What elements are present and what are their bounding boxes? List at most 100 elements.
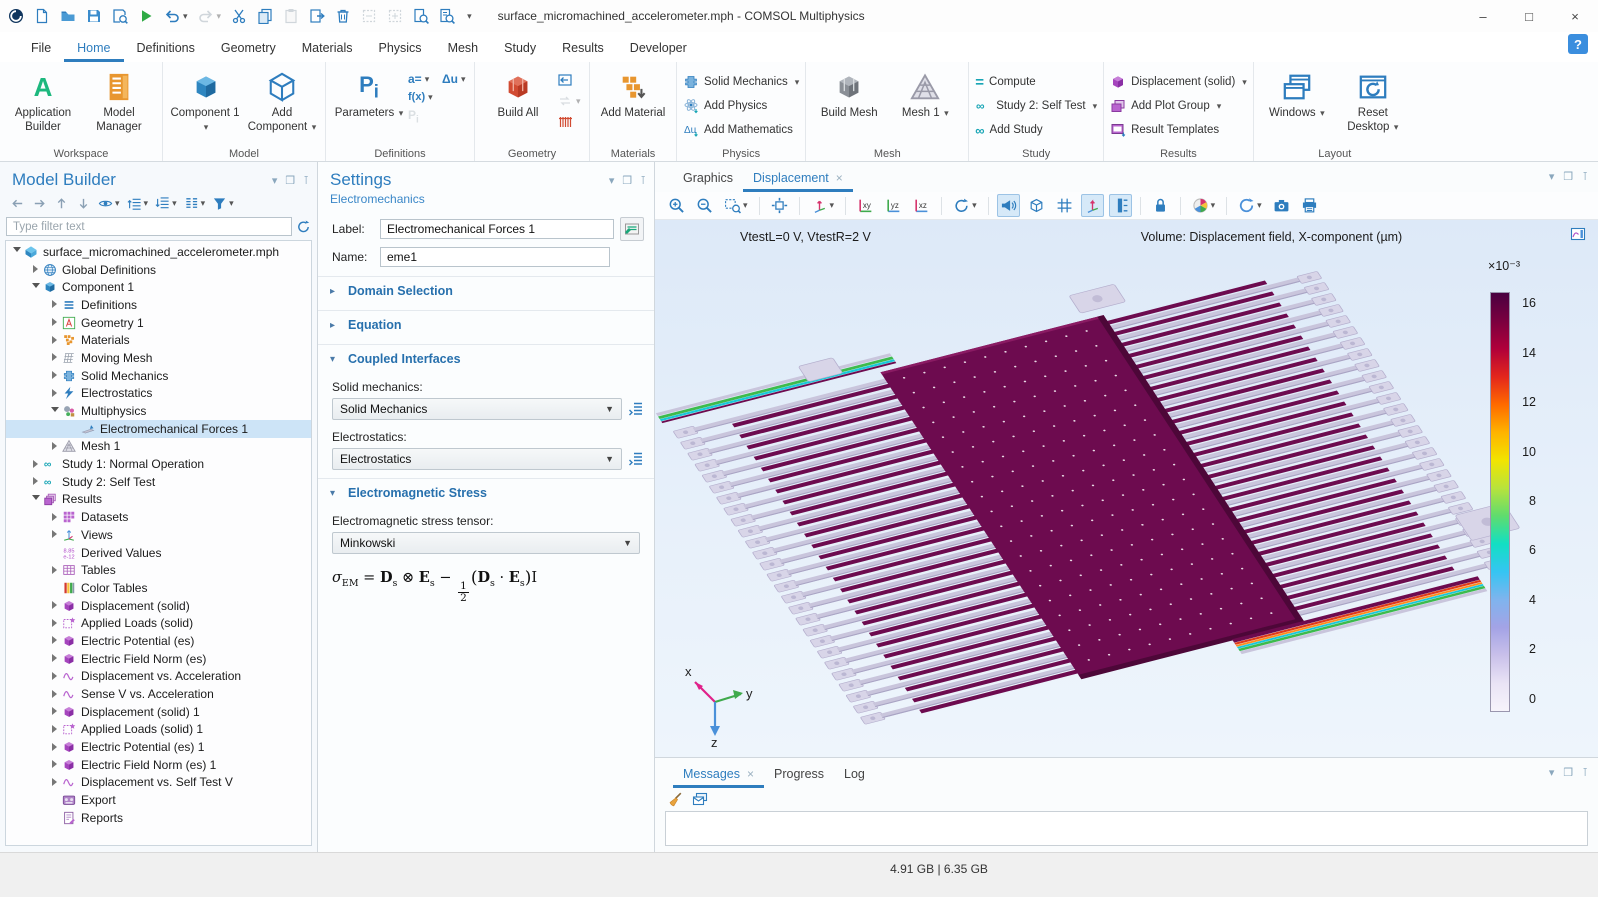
menu-developer[interactable]: Developer [617,36,700,62]
scene-light-icon[interactable] [997,194,1020,217]
parameter-case-button[interactable]: Pi [408,108,434,125]
undo-button[interactable]: ▾ [164,8,188,24]
expand-chevron-icon[interactable] [50,707,59,716]
messages-tab-messages[interactable]: Messages× [673,762,764,788]
label-input[interactable] [380,219,614,239]
menu-file[interactable]: File [18,36,64,62]
expand-chevron-icon[interactable] [50,672,59,681]
expand-chevron-icon[interactable] [50,690,59,699]
go-to-view-icon[interactable]: ▾ [808,194,838,217]
tree-item-electrostatics[interactable]: Electrostatics [6,385,311,403]
lock-camera-icon[interactable] [1149,194,1172,217]
cut-button[interactable] [231,8,247,24]
view-yz-icon[interactable]: yz [882,194,905,217]
menu-materials[interactable]: Materials [289,36,366,62]
study-2-select[interactable]: ∞Study 2: Self Test▾ [975,96,1097,116]
tree-item-moving-mesh[interactable]: Moving Mesh [6,349,311,367]
panel-pin-icon[interactable]: ⊺ [1582,766,1588,779]
expand-chevron-icon[interactable] [50,442,59,451]
graphics-tab-graphics[interactable]: Graphics [673,166,743,192]
appearance-icon[interactable]: ▾ [1189,194,1219,217]
panel-menu-icon[interactable]: ▾ [272,174,278,187]
expand-chevron-icon[interactable] [50,601,59,610]
redo-button[interactable]: ▾ [198,8,222,24]
tree-item-study-2-self-test[interactable]: ∞Study 2: Self Test [6,473,311,491]
save-as-button[interactable] [112,8,128,24]
view-xz-icon[interactable]: xz [910,194,933,217]
print-icon[interactable] [1298,194,1321,217]
expand-chevron-icon[interactable] [50,654,59,663]
expand-chevron-icon[interactable] [50,530,59,539]
tree-item-study-1-normal-operation[interactable]: ∞Study 1: Normal Operation [6,455,311,473]
add-component-button[interactable]: Add Component ▾ [245,68,319,134]
expand-chevron-icon[interactable] [50,300,59,309]
expand-chevron-icon[interactable] [50,619,59,628]
tree-item-derived-values[interactable]: 8.85e-12Derived Values [6,544,311,562]
zoom-in-icon[interactable] [665,194,688,217]
open-file-button[interactable] [60,8,76,24]
tree-item-solid-mechanics[interactable]: Solid Mechanics [6,367,311,385]
expand-all-icon[interactable]: ▾ [127,196,149,211]
tree-item-sense-v-vs-acceleration[interactable]: Sense V vs. Acceleration [6,685,311,703]
panel-menu-icon[interactable]: ▾ [1549,766,1555,779]
axis-orientation-icon[interactable] [1081,194,1104,217]
help-button[interactable]: ? [1568,34,1588,54]
windows-button[interactable]: Windows ▾ [1260,68,1334,121]
color-legend-icon[interactable] [1109,194,1132,217]
panel-pin-icon[interactable]: ⊺ [1582,170,1588,183]
duplicate-button[interactable] [309,8,325,24]
add-mathematics-button[interactable]: ΔuAdd Mathematics [683,120,799,140]
close-button[interactable]: × [1552,0,1598,32]
collapse-all-icon[interactable]: ▾ [155,196,177,211]
section-equation[interactable]: ▸Equation [318,310,654,338]
messages-tab-log[interactable]: Log [834,762,875,788]
messages-tab-progress[interactable]: Progress [764,762,834,788]
expand-chevron-icon[interactable] [50,318,59,327]
panel-pin-icon[interactable]: ⊺ [303,174,309,187]
zoom-extents-icon[interactable] [768,194,791,217]
collapse-chevron-icon[interactable] [12,247,21,256]
view-xy-icon[interactable]: xy [854,194,877,217]
move-up-icon[interactable] [54,196,69,211]
result-templates-button[interactable]: Result Templates [1110,120,1247,140]
build-mesh-button[interactable]: Build Mesh [812,68,886,121]
menu-home[interactable]: Home [64,36,123,62]
section-coupled-interfaces[interactable]: ▾Coupled Interfaces [318,344,654,372]
search-button[interactable] [439,8,455,24]
paste-button[interactable] [283,8,299,24]
add-study-button[interactable]: ∞Add Study [975,120,1097,140]
tree-item-tables[interactable]: Tables [6,561,311,579]
expand-chevron-icon[interactable] [50,336,59,345]
tree-item-materials[interactable]: Materials [6,331,311,349]
tree-item-color-tables[interactable]: Color Tables [6,579,311,597]
panel-float-icon[interactable]: ❒ [1563,170,1573,183]
tree-item-electric-field-norm-es-1[interactable]: Electric Field Norm (es) 1 [6,756,311,774]
find-button[interactable] [413,8,429,24]
section-electromagnetic-stress[interactable]: ▾Electromagnetic Stress [318,478,654,506]
collapse-chevron-icon[interactable] [31,283,40,292]
messages-output[interactable] [665,811,1588,846]
tree-item-electromechanical-forces-1[interactable]: Electromechanical Forces 1 [6,420,311,438]
expand-chevron-icon[interactable] [50,725,59,734]
variables-button[interactable]: a=▾ [408,72,434,86]
reset-desktop-button[interactable]: Reset Desktop ▾ [1336,68,1410,134]
menu-study[interactable]: Study [491,36,549,62]
panel-pin-icon[interactable]: ⊺ [640,174,646,187]
virtual-operations-button[interactable] [557,114,583,130]
tree-item-displacement-vs-self-test-v[interactable]: Displacement vs. Self Test V [6,774,311,792]
component-1-button[interactable]: Component 1 ▾ [169,68,243,134]
refresh-filter-icon[interactable] [296,219,311,234]
expand-chevron-icon[interactable] [50,743,59,752]
append-interface-icon[interactable] [628,401,644,417]
tree-item-definitions[interactable]: Definitions [6,296,311,314]
nonlocal-couplings-button[interactable]: Δu▾ [442,72,468,86]
zoom-out-icon[interactable] [693,194,716,217]
parameters-button[interactable]: PiParameters ▾ [332,68,406,121]
copy-messages-icon[interactable] [692,791,708,807]
image-snapshot-icon[interactable] [1270,194,1293,217]
copy-button[interactable] [257,8,273,24]
close-tab-icon[interactable]: × [836,171,843,185]
filter-icon[interactable]: ▾ [212,196,234,211]
menu-geometry[interactable]: Geometry [208,36,289,62]
plot-window-icon[interactable] [1570,226,1586,242]
